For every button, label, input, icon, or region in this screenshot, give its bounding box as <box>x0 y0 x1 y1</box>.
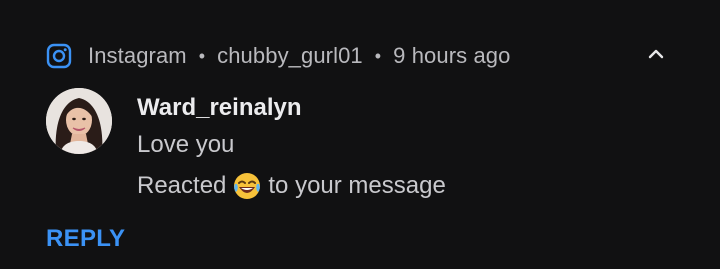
timestamp: 9 hours ago <box>393 43 511 68</box>
chevron-up-icon <box>648 47 664 65</box>
reaction-suffix: to your message <box>268 172 446 199</box>
separator-dot: • <box>374 45 382 66</box>
notification-card[interactable]: Instagram • chubby_gurl01 • 9 hours ago <box>0 0 720 269</box>
instagram-icon <box>46 43 72 69</box>
account-name: chubby_gurl01 <box>217 43 363 68</box>
collapse-button[interactable] <box>644 44 668 68</box>
separator-dot: • <box>198 45 206 66</box>
sender-name: Ward_reinalyn <box>137 94 302 121</box>
laughing-emoji-icon <box>232 171 262 201</box>
avatar <box>46 88 112 154</box>
reply-button[interactable]: REPLY <box>46 225 125 253</box>
reaction-text: Reacted to your message <box>137 171 446 201</box>
app-name: Instagram <box>88 43 187 68</box>
notification-header: Instagram • chubby_gurl01 • 9 hours ago <box>46 41 510 71</box>
message-text: Love you <box>137 131 235 158</box>
reaction-prefix: Reacted <box>137 172 227 199</box>
